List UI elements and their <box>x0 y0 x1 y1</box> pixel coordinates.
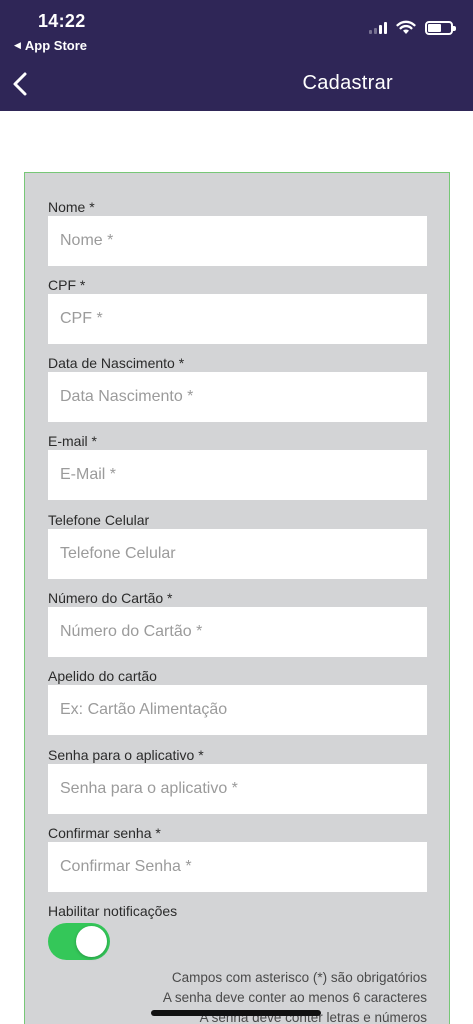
cpf-input[interactable] <box>48 294 427 344</box>
password-label: Senha para o aplicativo * <box>48 747 204 763</box>
back-triangle-icon: ◀ <box>14 40 21 50</box>
toggle-knob <box>76 926 107 957</box>
battery-icon <box>425 20 456 35</box>
status-back-label: App Store <box>24 38 88 53</box>
birthdate-label: Data de Nascimento * <box>48 355 185 371</box>
status-back-to-app[interactable]: ◀ App Store <box>14 38 87 53</box>
card-number-input[interactable] <box>48 607 427 657</box>
page-title: Cadastrar <box>302 72 393 94</box>
notifications-label: Habilitar notificações <box>48 903 178 919</box>
wifi-icon <box>396 20 416 34</box>
name-label: Nome * <box>48 199 95 215</box>
phone-label: Telefone Celular <box>48 512 150 528</box>
card-nickname-label: Apelido do cartão <box>48 668 157 684</box>
password-input[interactable] <box>48 764 427 814</box>
home-indicator <box>151 1010 321 1016</box>
status-time: 14:22 <box>38 11 86 31</box>
confirm-password-label: Confirmar senha * <box>48 825 161 841</box>
confirm-password-input[interactable] <box>48 842 427 892</box>
name-input[interactable] <box>48 216 427 266</box>
card-number-label: Número do Cartão * <box>48 590 173 606</box>
cellular-signal-icon <box>369 21 387 34</box>
phone-input[interactable] <box>48 529 427 579</box>
top-bar: 14:22 ◀ App Store Cadastrar <box>0 0 473 111</box>
notifications-toggle[interactable] <box>48 923 110 960</box>
email-input[interactable] <box>48 450 427 500</box>
cpf-label: CPF * <box>48 277 86 293</box>
status-icons <box>369 20 456 35</box>
password-length-note: A senha deve conter ao menos 6 caractere… <box>162 990 427 1005</box>
register-form: Nome * CPF * Data de Nascimento * E-mail… <box>24 172 450 1024</box>
card-nickname-input[interactable] <box>48 685 427 735</box>
birthdate-input[interactable] <box>48 372 427 422</box>
chevron-left-icon[interactable] <box>10 70 32 98</box>
email-label: E-mail * <box>48 433 98 449</box>
required-fields-note: Campos com asterisco (*) são obrigatório… <box>171 970 427 985</box>
